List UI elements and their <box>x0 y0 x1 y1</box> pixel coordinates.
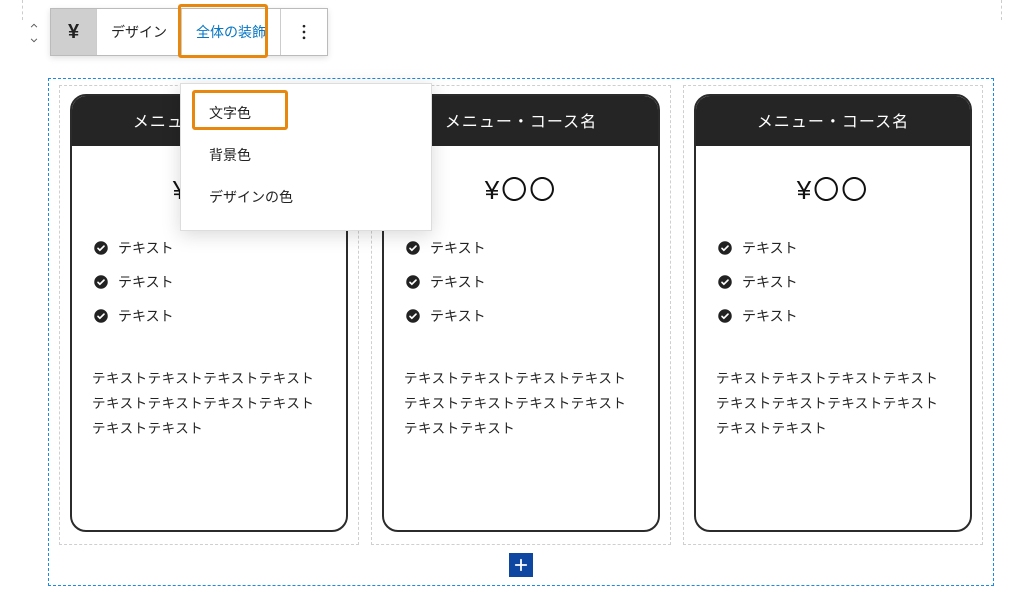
card-description: テキストテキストテキストテキストテキストテキストテキストテキストテキストテキスト <box>384 341 658 452</box>
check-circle-icon <box>716 239 734 257</box>
dropdown-item-text-color[interactable]: 文字色 <box>181 92 431 134</box>
list-item: テキスト <box>92 299 326 333</box>
feature-text: テキスト <box>118 306 174 326</box>
feature-list: テキスト テキスト テキスト <box>72 225 346 341</box>
add-block-button[interactable] <box>509 553 533 577</box>
feature-text: テキスト <box>430 238 486 258</box>
card-description: テキストテキストテキストテキストテキストテキストテキストテキストテキストテキスト <box>72 341 346 452</box>
card-slot[interactable]: メニュー・コース名 ¥〇〇 テキスト テキスト テキス <box>683 85 983 545</box>
card-description: テキストテキストテキストテキストテキストテキストテキストテキストテキストテキスト <box>696 341 970 452</box>
card-price: ¥〇〇 <box>696 146 970 225</box>
dropdown-item-label: デザインの色 <box>209 189 293 205</box>
plus-icon <box>512 556 530 574</box>
list-item: テキスト <box>404 265 638 299</box>
list-item: テキスト <box>92 265 326 299</box>
feature-text: テキスト <box>430 272 486 292</box>
drag-handle[interactable] <box>21 11 47 55</box>
list-item: テキスト <box>404 299 638 333</box>
dropdown-item-label: 背景色 <box>209 147 251 163</box>
feature-text: テキスト <box>742 306 798 326</box>
yen-icon: ¥ <box>68 21 79 44</box>
check-circle-icon <box>716 273 734 291</box>
feature-list: テキスト テキスト テキスト <box>384 225 658 341</box>
list-item: テキスト <box>404 231 638 265</box>
design-button[interactable]: デザイン <box>97 9 182 55</box>
feature-text: テキスト <box>742 238 798 258</box>
decoration-dropdown: 文字色 背景色 デザインの色 <box>180 83 432 231</box>
pricing-card: メニュー・コース名 ¥〇〇 テキスト テキスト テキス <box>694 94 972 532</box>
check-circle-icon <box>92 307 110 325</box>
overall-decoration-label: 全体の装飾 <box>196 22 266 42</box>
check-circle-icon <box>404 273 422 291</box>
feature-text: テキスト <box>430 306 486 326</box>
list-item: テキスト <box>716 231 950 265</box>
block-toolbar: ¥ デザイン 全体の装飾 <box>50 8 328 56</box>
check-circle-icon <box>92 239 110 257</box>
check-circle-icon <box>92 273 110 291</box>
feature-text: テキスト <box>742 272 798 292</box>
feature-text: テキスト <box>118 272 174 292</box>
dropdown-item-bg-color[interactable]: 背景色 <box>181 134 431 176</box>
list-item: テキスト <box>716 265 950 299</box>
card-title: メニュー・コース名 <box>696 96 970 146</box>
chevron-up-icon <box>27 19 41 33</box>
feature-text: テキスト <box>118 238 174 258</box>
overall-decoration-button[interactable]: 全体の装飾 <box>182 9 281 55</box>
dropdown-item-design-color[interactable]: デザインの色 <box>181 176 431 218</box>
list-item: テキスト <box>92 231 326 265</box>
chevron-down-icon <box>27 33 41 47</box>
more-options-button[interactable] <box>281 9 327 55</box>
check-circle-icon <box>404 307 422 325</box>
feature-list: テキスト テキスト テキスト <box>696 225 970 341</box>
list-item: テキスト <box>716 299 950 333</box>
more-vertical-icon <box>294 22 314 42</box>
dropdown-item-label: 文字色 <box>209 105 251 121</box>
check-circle-icon <box>404 239 422 257</box>
design-label: デザイン <box>111 22 167 42</box>
block-type-button[interactable]: ¥ <box>51 9 97 55</box>
check-circle-icon <box>716 307 734 325</box>
